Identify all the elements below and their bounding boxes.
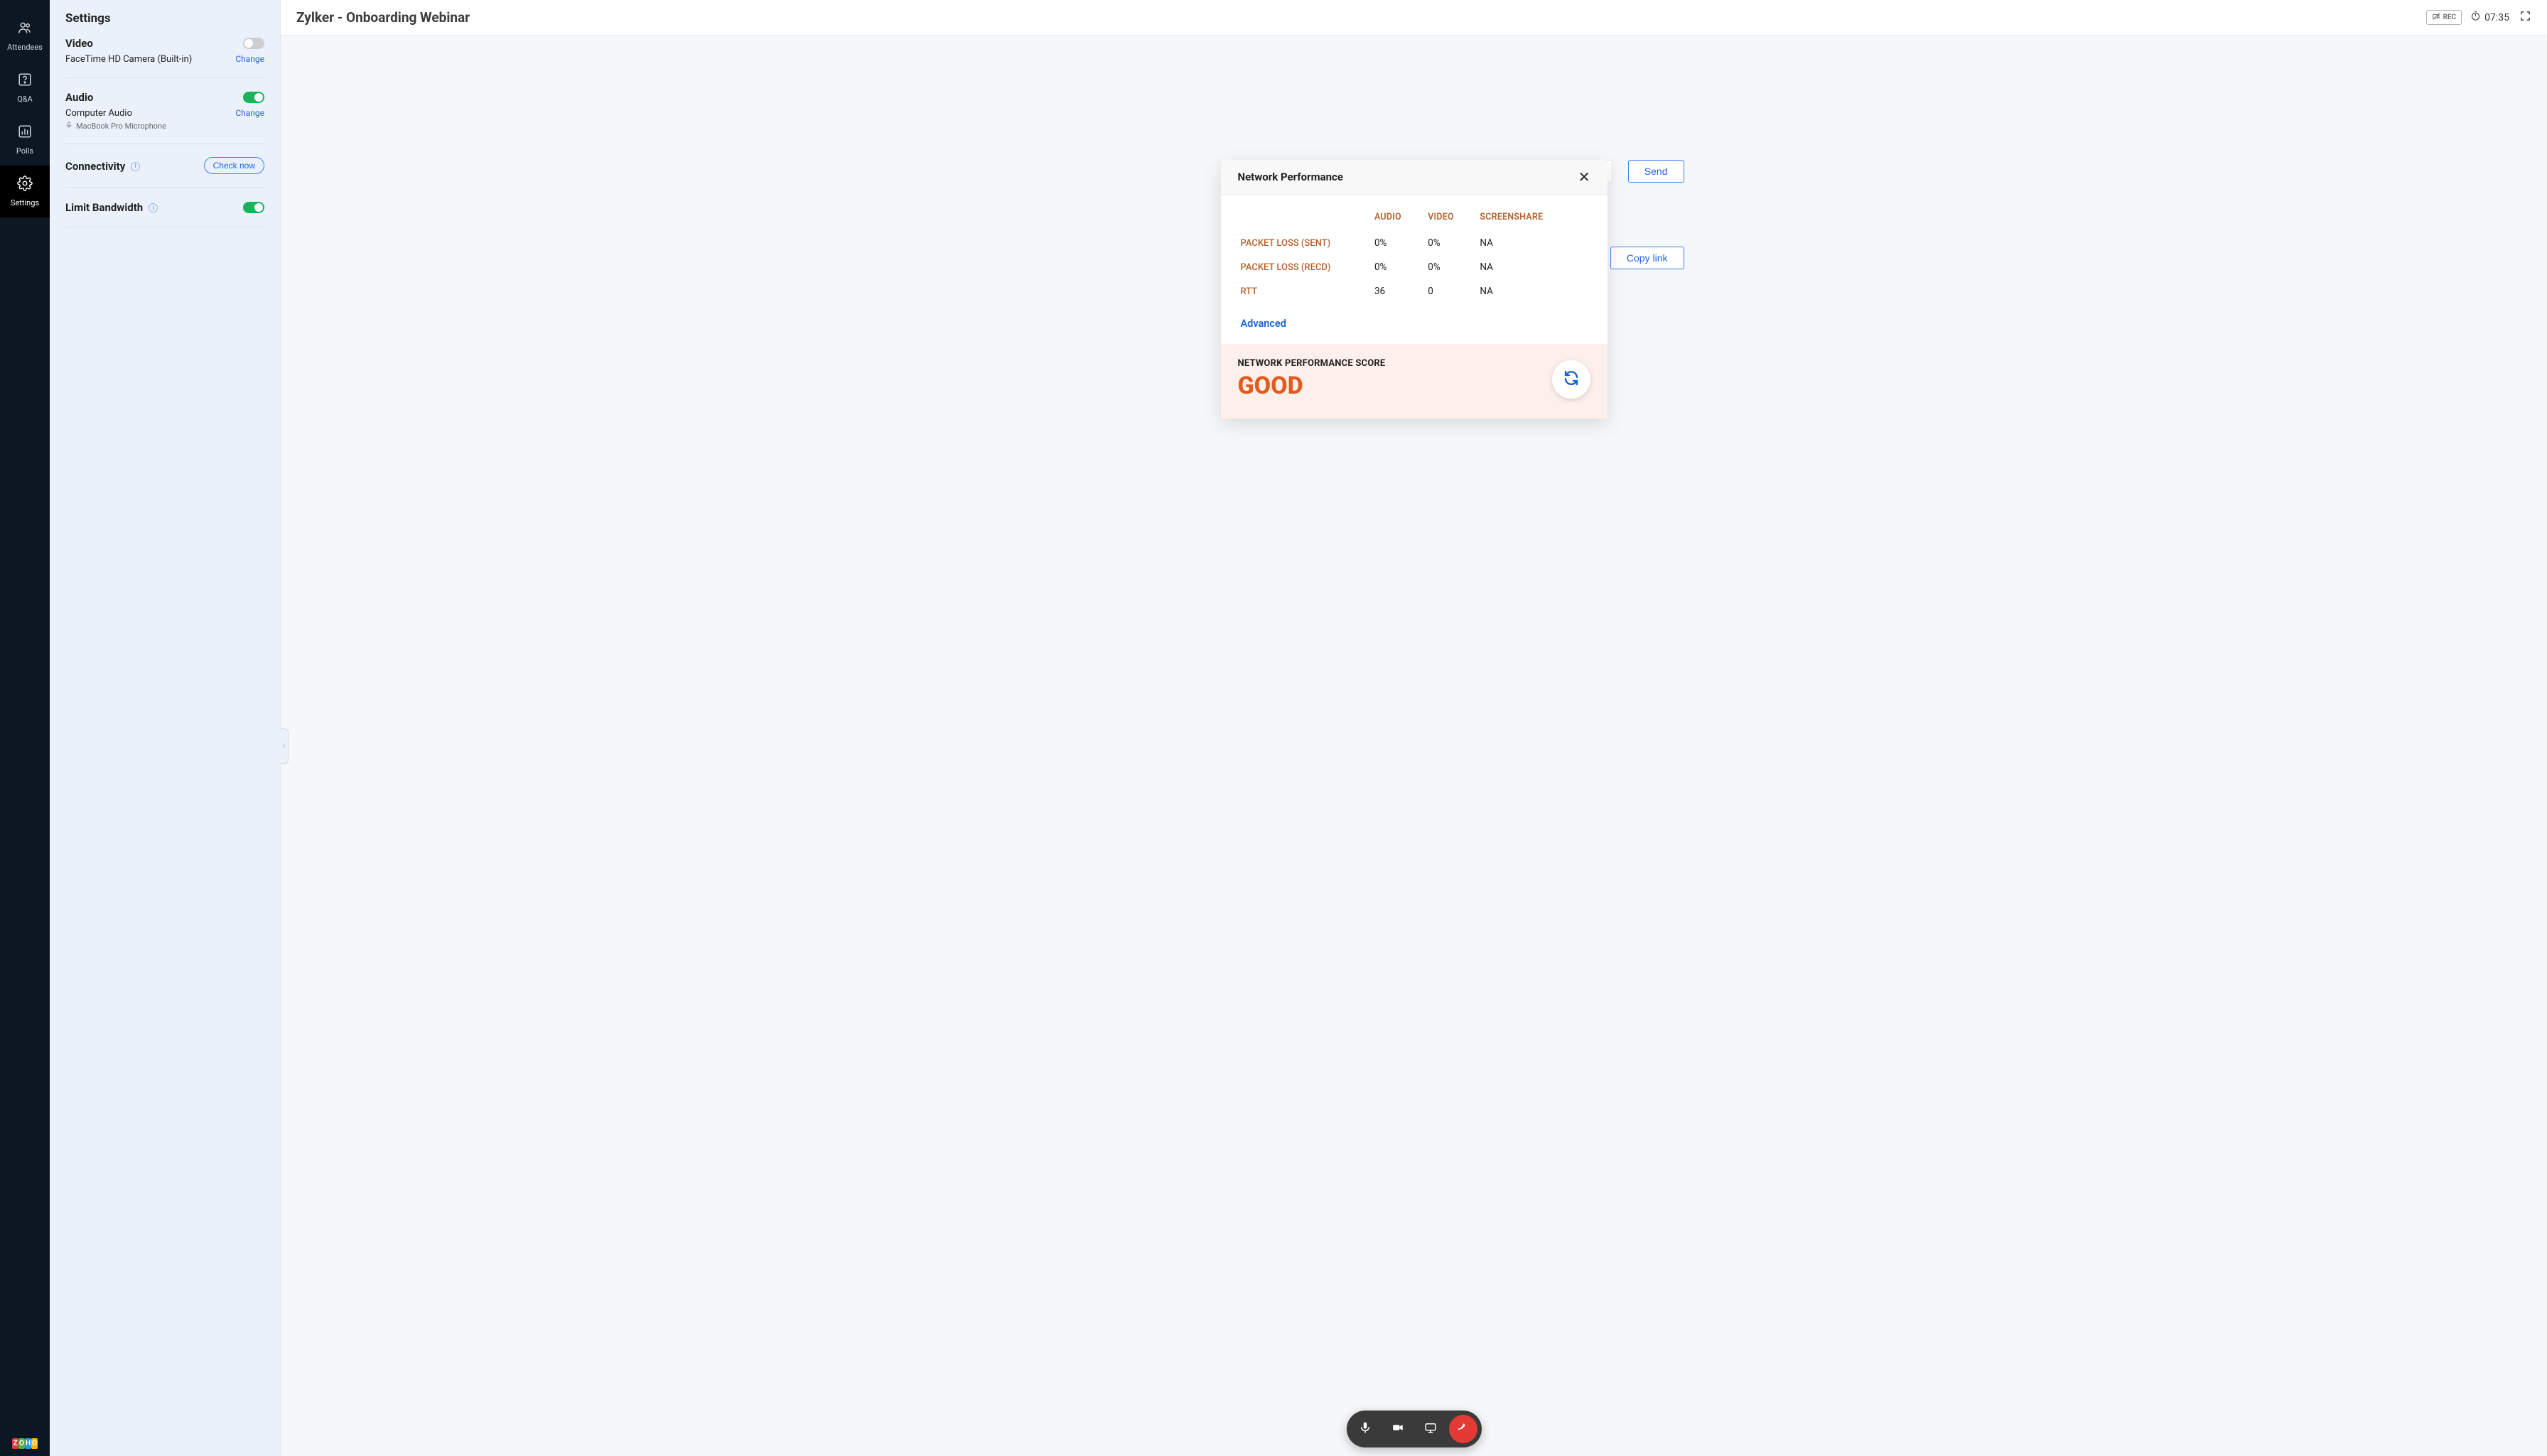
video-icon [1391,1421,1404,1437]
col-audio: AUDIO [1372,207,1425,231]
score-label: NETWORK PERFORMANCE SCORE [1238,358,1386,369]
stage: ‹ Send Copy link Network Performance ✕ [281,36,2547,1456]
av-controls [1347,1411,1482,1447]
audio-device: Computer Audio [65,108,235,119]
bandwidth-toggle[interactable] [243,202,264,213]
nav-rail: Attendees Q&A Polls Settings ZOHO [0,0,50,1456]
timer: 07:35 [2470,11,2509,24]
camera-button[interactable] [1384,1415,1412,1443]
attendees-icon [17,20,33,38]
timer-value: 07:35 [2484,12,2509,23]
rec-label: REC [2443,14,2457,21]
copy-link-button[interactable]: Copy link [1610,247,1684,269]
end-call-button[interactable] [1449,1415,1477,1443]
performance-table: AUDIO VIDEO SCREENSHARE PACKET LOSS (SEN… [1238,207,1590,303]
gear-icon [17,176,33,194]
info-icon[interactable]: i [131,162,140,171]
microphone-icon [65,122,72,131]
timer-icon [2470,11,2481,24]
score-box: NETWORK PERFORMANCE SCORE GOOD [1221,344,1608,419]
send-button[interactable]: Send [1628,160,1684,183]
rail-polls-label: Polls [16,146,33,156]
refresh-icon [1563,370,1580,389]
rail-qa-label: Q&A [17,95,33,104]
col-video: VIDEO [1425,207,1477,231]
close-icon[interactable]: ✕ [1578,170,1590,184]
collapse-panel-button[interactable]: ‹ [280,728,289,764]
audio-toggle[interactable] [243,92,264,103]
rail-qa[interactable]: Q&A [0,62,50,114]
col-screenshare: SCREENSHARE [1477,207,1590,231]
share-screen-button[interactable] [1416,1415,1445,1443]
settings-panel: Settings Video FaceTime HD Camera (Built… [50,0,281,1456]
microphone-icon [1359,1421,1372,1437]
video-toggle[interactable] [243,38,264,49]
video-heading: Video [65,37,93,50]
check-now-button[interactable]: Check now [204,157,264,174]
audio-change-link[interactable]: Change [235,108,264,118]
help-square-icon [17,72,33,90]
webinar-title: Zylker - Onboarding Webinar [296,9,2426,26]
rail-attendees[interactable]: Attendees [0,10,50,62]
rail-attendees-label: Attendees [7,43,43,52]
zoho-logo: ZOHO [12,1438,38,1449]
divider [65,187,264,188]
bar-chart-icon [17,124,33,142]
score-value: GOOD [1238,372,1386,400]
modal-body: AUDIO VIDEO SCREENSHARE PACKET LOSS (SEN… [1221,195,1608,306]
fullscreen-button[interactable] [2519,10,2531,25]
divider [65,77,264,78]
info-icon[interactable]: i [149,203,158,212]
rail-settings[interactable]: Settings [0,166,50,217]
connectivity-heading: Connectivity i [65,159,140,173]
network-performance-modal: Network Performance ✕ AUDIO VIDEO SCREEN… [1221,160,1608,419]
video-device: FaceTime HD Camera (Built-in) [65,54,192,65]
bandwidth-heading: Limit Bandwidth i [65,200,158,214]
advanced-link[interactable]: Advanced [1221,306,1608,344]
video-change-link[interactable]: Change [235,54,264,64]
mute-button[interactable] [1351,1415,1379,1443]
audio-mic-line: MacBook Pro Microphone [65,122,235,131]
main-area: Zylker - Onboarding Webinar REC 07:35 ‹ … [281,0,2547,1456]
record-slash-icon [2432,12,2440,23]
table-row: RTT 36 0 NA [1238,279,1590,303]
rail-settings-label: Settings [11,198,39,207]
rail-polls[interactable]: Polls [0,114,50,166]
audio-heading: Audio [65,91,93,104]
refresh-button[interactable] [1552,360,1590,399]
topbar: Zylker - Onboarding Webinar REC 07:35 [281,0,2547,36]
settings-title: Settings [65,11,264,26]
table-row: PACKET LOSS (RECD) 0% 0% NA [1238,255,1590,279]
record-button[interactable]: REC [2426,10,2462,25]
screen-share-icon [1424,1421,1437,1437]
audio-mic: MacBook Pro Microphone [76,122,166,131]
modal-title: Network Performance [1238,171,1343,183]
modal-header: Network Performance ✕ [1221,160,1608,195]
table-row: PACKET LOSS (SENT) 0% 0% NA [1238,231,1590,255]
hangup-icon [1457,1421,1470,1437]
